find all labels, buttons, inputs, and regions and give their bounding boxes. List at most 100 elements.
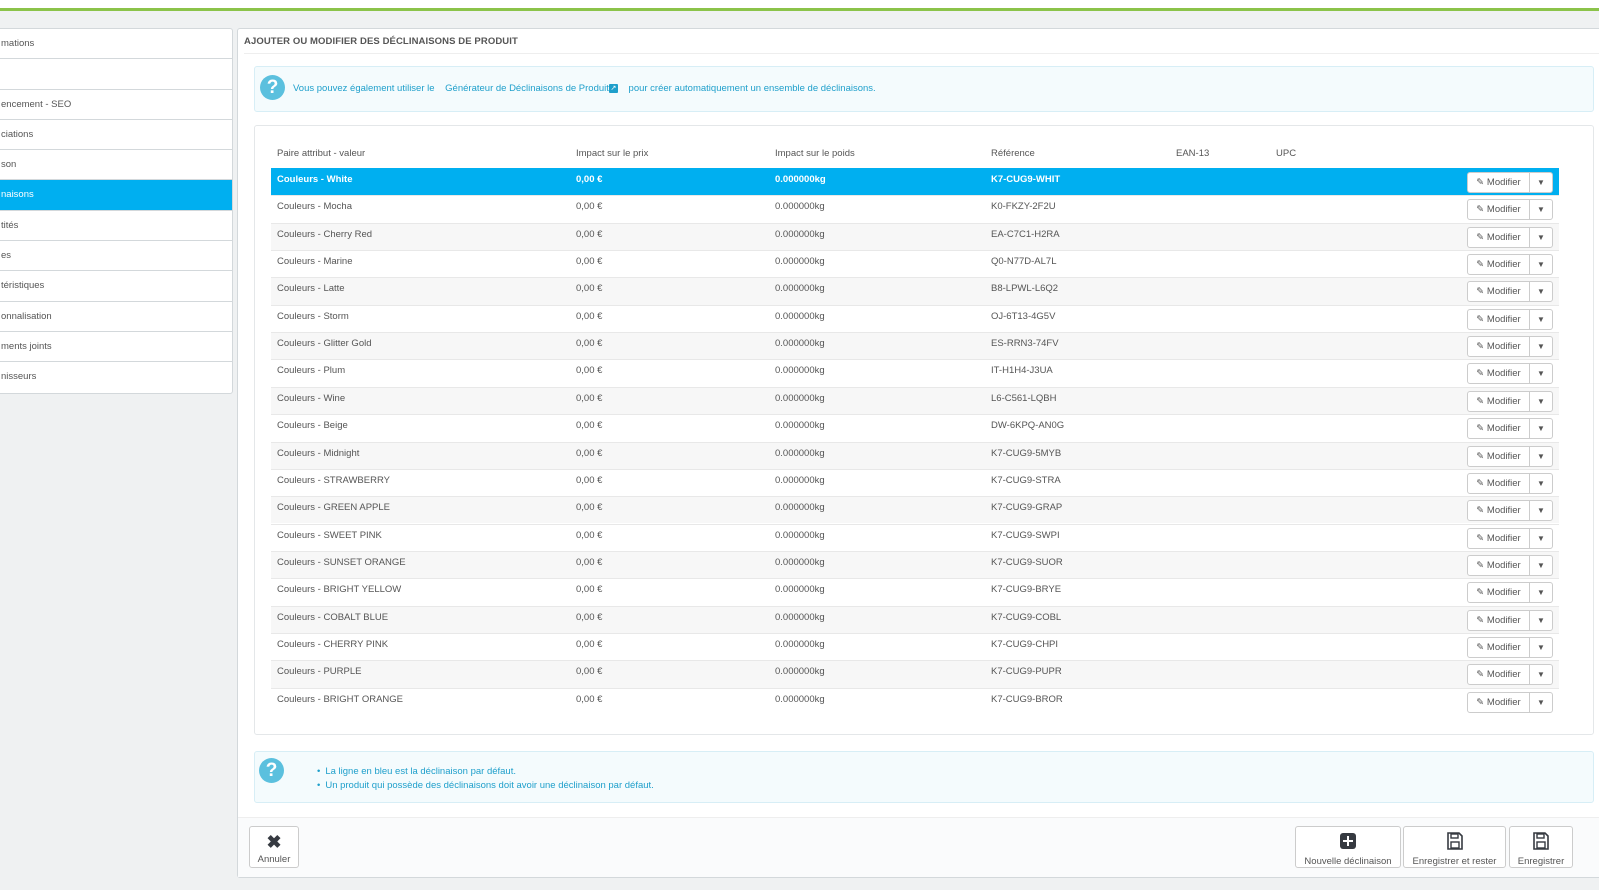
- dropdown-toggle-button[interactable]: ▼: [1530, 693, 1552, 712]
- table-row[interactable]: Couleurs - Cherry Red 0,00 € 0.000000kg EA-…: [271, 222, 1559, 250]
- table-row[interactable]: Couleurs - Marine 0,00 € 0.000000kg Q0-N77D…: [271, 250, 1559, 277]
- dropdown-toggle-button[interactable]: ▼: [1530, 337, 1552, 356]
- cell-reference: ES-RRN3-74FV: [991, 338, 1059, 350]
- sidebar-item-livraison[interactable]: son: [0, 150, 232, 181]
- sidebar-item-prix[interactable]: [0, 59, 232, 90]
- modify-button[interactable]: ✎ Modifier: [1468, 255, 1530, 275]
- cell-attribute: Couleurs - SWEET PINK: [277, 529, 382, 541]
- dropdown-toggle-button[interactable]: ▼: [1530, 282, 1552, 301]
- save-and-stay-button[interactable]: Enregistrer et rester: [1403, 826, 1506, 868]
- dropdown-toggle-button[interactable]: ▼: [1530, 556, 1552, 575]
- sidebar-item-informations[interactable]: mations: [0, 29, 232, 60]
- sidebar-item-declinaisons[interactable]: naisons: [0, 180, 232, 211]
- modify-button-label: Modifier: [1486, 696, 1521, 708]
- table-row[interactable]: Couleurs - White 0,00 € 0.000000kg K7-CUG9-…: [271, 168, 1559, 196]
- table-row[interactable]: Couleurs - BRIGHT ORANGE 0,00 € 0.000000kg…: [271, 687, 1559, 715]
- modify-button[interactable]: ✎ Modifier: [1468, 200, 1530, 220]
- modify-button[interactable]: ✎ Modifier: [1468, 282, 1530, 302]
- dropdown-toggle-button[interactable]: ▼: [1530, 474, 1552, 493]
- dropdown-toggle-button[interactable]: ▼: [1530, 583, 1552, 602]
- cell-weight: 0.000000kg: [775, 666, 825, 678]
- dropdown-toggle-button[interactable]: ▼: [1530, 173, 1552, 192]
- cell-attribute: Couleurs - Marine: [277, 256, 353, 268]
- table-row[interactable]: Couleurs - Storm 0,00 € 0.000000kg OJ-6T13-…: [271, 304, 1559, 332]
- table-row[interactable]: Couleurs - Midnight 0,00 € 0.000000kg K7-CU…: [271, 441, 1559, 469]
- dropdown-toggle-button[interactable]: ▼: [1530, 447, 1552, 466]
- sidebar-item-images[interactable]: es: [0, 241, 232, 272]
- dropdown-toggle-button[interactable]: ▼: [1530, 392, 1552, 411]
- modify-button-label: Modifier: [1486, 477, 1521, 489]
- cell-price: 0,00 €: [576, 584, 603, 596]
- modify-button[interactable]: ✎ Modifier: [1468, 337, 1530, 357]
- table-row[interactable]: Couleurs - BRIGHT YELLOW 0,00 € 0.000000kg…: [271, 578, 1559, 605]
- dropdown-toggle-button[interactable]: ▼: [1530, 665, 1552, 684]
- new-combination-button[interactable]: Nouvelle déclinaison: [1295, 826, 1401, 868]
- modify-button[interactable]: ✎ Modifier: [1468, 610, 1530, 630]
- save-button[interactable]: Enregistrer: [1509, 826, 1573, 868]
- modify-button[interactable]: ✎ Modifier: [1468, 665, 1530, 685]
- cell-reference: K0-FKZY-2F2U: [991, 201, 1056, 213]
- sidebar-item-associations[interactable]: ciations: [0, 120, 232, 151]
- modify-button[interactable]: ✎ Modifier: [1468, 583, 1530, 603]
- dropdown-toggle-button[interactable]: ▼: [1530, 611, 1552, 630]
- table-row[interactable]: Couleurs - Glitter Gold 0,00 € 0.000000kg E…: [271, 332, 1559, 360]
- table-row[interactable]: Couleurs - COBALT BLUE 0,00 € 0.000000kg K7…: [271, 605, 1559, 633]
- table-row[interactable]: Couleurs - Wine 0,00 € 0.000000kg L6-C561-L…: [271, 386, 1559, 415]
- table-row[interactable]: Couleurs - Plum 0,00 € 0.000000kg IT-H1H4-J…: [271, 359, 1559, 386]
- modify-button[interactable]: ✎ Modifier: [1468, 227, 1530, 247]
- dropdown-toggle-button[interactable]: ▼: [1530, 529, 1552, 548]
- modify-button[interactable]: ✎ Modifier: [1468, 419, 1530, 439]
- cell-weight: 0.000000kg: [775, 174, 826, 185]
- combinations-table: Paire attribut - valeur Impact sur le pr…: [254, 125, 1594, 735]
- cancel-button[interactable]: ✖ Annuler: [249, 826, 299, 868]
- dropdown-toggle-button[interactable]: ▼: [1530, 310, 1552, 329]
- modify-button-label: Modifier: [1486, 341, 1521, 353]
- modify-button[interactable]: ✎ Modifier: [1468, 555, 1530, 575]
- sidebar-item-documents-joints[interactable]: ments joints: [0, 332, 232, 363]
- modify-button[interactable]: ✎ Modifier: [1468, 473, 1530, 493]
- modify-button[interactable]: ✎ Modifier: [1468, 692, 1530, 712]
- cancel-button-label: Annuler: [257, 854, 291, 865]
- sidebar-item-caracteristiques[interactable]: téristiques: [0, 271, 232, 302]
- modify-button[interactable]: ✎ Modifier: [1468, 528, 1530, 548]
- table-row[interactable]: Couleurs - CHERRY PINK 0,00 € 0.000000kg K7…: [271, 632, 1559, 660]
- sidebar-item-quantites[interactable]: tités: [0, 211, 232, 242]
- caret-down-icon: ▼: [1537, 232, 1545, 242]
- table-row[interactable]: Couleurs - SWEET PINK 0,00 € 0.000000kg K7-…: [271, 523, 1559, 551]
- table-row[interactable]: Couleurs - Latte 0,00 € 0.000000kg B8-LPWL-…: [271, 277, 1559, 305]
- dropdown-toggle-button[interactable]: ▼: [1530, 419, 1552, 438]
- cell-attribute: Couleurs - SUNSET ORANGE: [277, 556, 406, 568]
- table-row[interactable]: Couleurs - STRAWBERRY 0,00 € 0.000000kg K7-…: [271, 468, 1559, 496]
- dropdown-toggle-button[interactable]: ▼: [1530, 501, 1552, 520]
- modify-button[interactable]: ✎ Modifier: [1468, 391, 1530, 411]
- modify-button-label: Modifier: [1486, 559, 1521, 571]
- modify-button[interactable]: ✎ Modifier: [1468, 309, 1530, 329]
- cell-weight: 0.000000kg: [775, 638, 825, 650]
- dropdown-toggle-button[interactable]: ▼: [1530, 255, 1552, 274]
- dropdown-toggle-button[interactable]: ▼: [1530, 200, 1552, 219]
- modify-button[interactable]: ✎ Modifier: [1468, 501, 1530, 521]
- dropdown-toggle-button[interactable]: ▼: [1530, 228, 1552, 247]
- modify-button[interactable]: ✎ Modifier: [1468, 173, 1530, 192]
- caret-down-icon: ▼: [1537, 287, 1545, 297]
- sidebar-item-personnalisation[interactable]: onnalisation: [0, 302, 232, 332]
- row-actions: ✎ Modifier ▼: [1467, 554, 1553, 576]
- modify-button[interactable]: ✎ Modifier: [1468, 446, 1530, 466]
- generator-link[interactable]: Générateur de Déclinaisons de Produit ↗: [445, 83, 618, 94]
- sidebar-item-seo[interactable]: encement - SEO: [0, 90, 232, 120]
- cell-weight: 0.000000kg: [775, 420, 825, 432]
- row-actions: ✎ Modifier ▼: [1467, 226, 1553, 248]
- pencil-icon: ✎: [1476, 505, 1487, 517]
- modify-button[interactable]: ✎ Modifier: [1468, 637, 1530, 657]
- dropdown-toggle-button[interactable]: ▼: [1530, 364, 1552, 383]
- table-row[interactable]: Couleurs - GREEN APPLE 0,00 € 0.000000kg K7…: [271, 496, 1559, 524]
- modify-button[interactable]: ✎ Modifier: [1468, 364, 1530, 384]
- table-row[interactable]: Couleurs - Mocha 0,00 € 0.000000kg K0-FKZY-…: [271, 195, 1559, 222]
- table-row[interactable]: Couleurs - Beige 0,00 € 0.000000kg DW-6KPQ-…: [271, 414, 1559, 441]
- cell-weight: 0.000000kg: [775, 310, 825, 322]
- dropdown-toggle-button[interactable]: ▼: [1530, 638, 1552, 657]
- table-row[interactable]: Couleurs - PURPLE 0,00 € 0.000000kg K7-CUG9…: [271, 660, 1559, 688]
- caret-down-icon: ▼: [1537, 260, 1545, 270]
- table-row[interactable]: Couleurs - SUNSET ORANGE 0,00 € 0.000000kg…: [271, 550, 1559, 579]
- sidebar-item-fournisseurs[interactable]: nisseurs: [0, 362, 232, 392]
